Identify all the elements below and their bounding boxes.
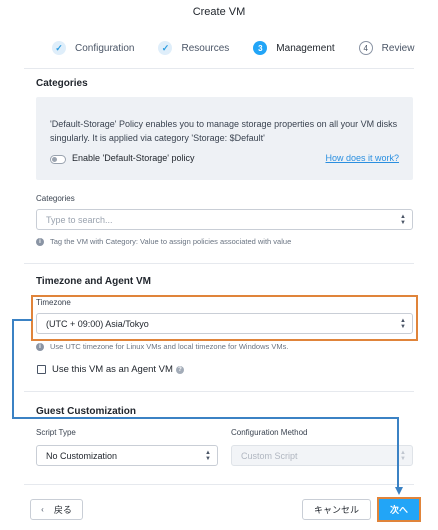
divider — [24, 391, 414, 392]
annotation-arrow-head-icon — [395, 487, 403, 495]
categories-help-text: Tag the VM with Category: Value to assig… — [50, 237, 292, 246]
dialog-title: Create VM — [192, 6, 246, 18]
chevron-left-icon: ‹ — [41, 505, 44, 514]
storage-policy-toggle-label: Enable 'Default-Storage' policy — [72, 153, 195, 163]
wizard-stepper: ✓ Configuration ✓ Resources 3 Management… — [52, 40, 414, 56]
script-type-label: Script Type — [36, 428, 76, 437]
storage-policy-toggle[interactable] — [50, 155, 66, 164]
how-does-it-work-link[interactable]: How does it work? — [325, 153, 399, 163]
sort-caret-icon: ▲ ▼ — [400, 214, 406, 226]
script-type-select[interactable]: No Customization ▲ ▼ — [36, 445, 218, 466]
config-method-select: Custom Script ▲ ▼ — [231, 445, 413, 466]
annotation-highlight-next: 次へ — [377, 497, 421, 522]
categories-field-label: Categories — [36, 194, 75, 203]
sort-caret-icon: ▲ ▼ — [400, 450, 406, 462]
step-resources[interactable]: ✓ Resources — [158, 41, 229, 55]
step-label: Resources — [181, 42, 230, 54]
annotation-arrow-segment — [12, 319, 14, 419]
info-icon: i — [36, 237, 44, 246]
step-label: Review — [381, 42, 415, 54]
cancel-button[interactable]: キャンセル — [302, 499, 371, 520]
divider — [24, 68, 414, 69]
script-type-value: No Customization — [46, 450, 118, 461]
timezone-help: i Use UTC timezone for Linux VMs and loc… — [36, 342, 288, 351]
config-method-label: Configuration Method — [231, 428, 308, 437]
info-icon: i — [36, 342, 44, 351]
timezone-help-text: Use UTC timezone for Linux VMs and local… — [50, 342, 289, 351]
annotation-arrow-segment — [12, 319, 32, 321]
categories-help: i Tag the VM with Category: Value to ass… — [36, 237, 291, 246]
step-number: 3 — [253, 41, 268, 55]
step-management[interactable]: 3 Management — [253, 41, 335, 55]
question-icon[interactable]: ? — [176, 366, 184, 374]
check-icon: ✓ — [52, 41, 66, 55]
guest-customization-section-title: Guest Customization — [36, 406, 137, 417]
annotation-arrow-segment — [397, 417, 399, 488]
divider — [24, 263, 414, 264]
sort-caret-icon: ▲ ▼ — [205, 450, 211, 462]
step-review[interactable]: 4 Review — [358, 41, 415, 55]
check-icon: ✓ — [158, 41, 173, 55]
annotation-highlight-timezone — [31, 295, 418, 341]
step-label: Configuration — [75, 42, 135, 54]
back-button-label: 戻る — [53, 505, 72, 515]
next-button[interactable]: 次へ — [379, 499, 419, 520]
annotation-arrow-segment — [12, 417, 399, 419]
agent-vm-checkbox[interactable] — [37, 365, 46, 374]
config-method-value: Custom Script — [241, 450, 298, 461]
divider — [24, 484, 414, 485]
timezone-section-title: Timezone and Agent VM — [36, 276, 152, 287]
categories-section-title: Categories — [36, 78, 88, 89]
step-label: Management — [276, 42, 335, 54]
step-configuration[interactable]: ✓ Configuration — [52, 41, 134, 55]
storage-policy-info-text: 'Default-Storage' Policy enables you to … — [50, 119, 398, 143]
agent-vm-label[interactable]: Use this VM as an Agent VM — [52, 364, 173, 375]
categories-search-input[interactable]: Type to search... ▲ ▼ — [36, 209, 413, 230]
storage-policy-info-panel: 'Default-Storage' Policy enables you to … — [36, 97, 413, 180]
categories-search-placeholder: Type to search... — [46, 214, 113, 225]
back-button[interactable]: ‹ 戻る — [30, 499, 83, 520]
step-number: 4 — [358, 41, 373, 55]
